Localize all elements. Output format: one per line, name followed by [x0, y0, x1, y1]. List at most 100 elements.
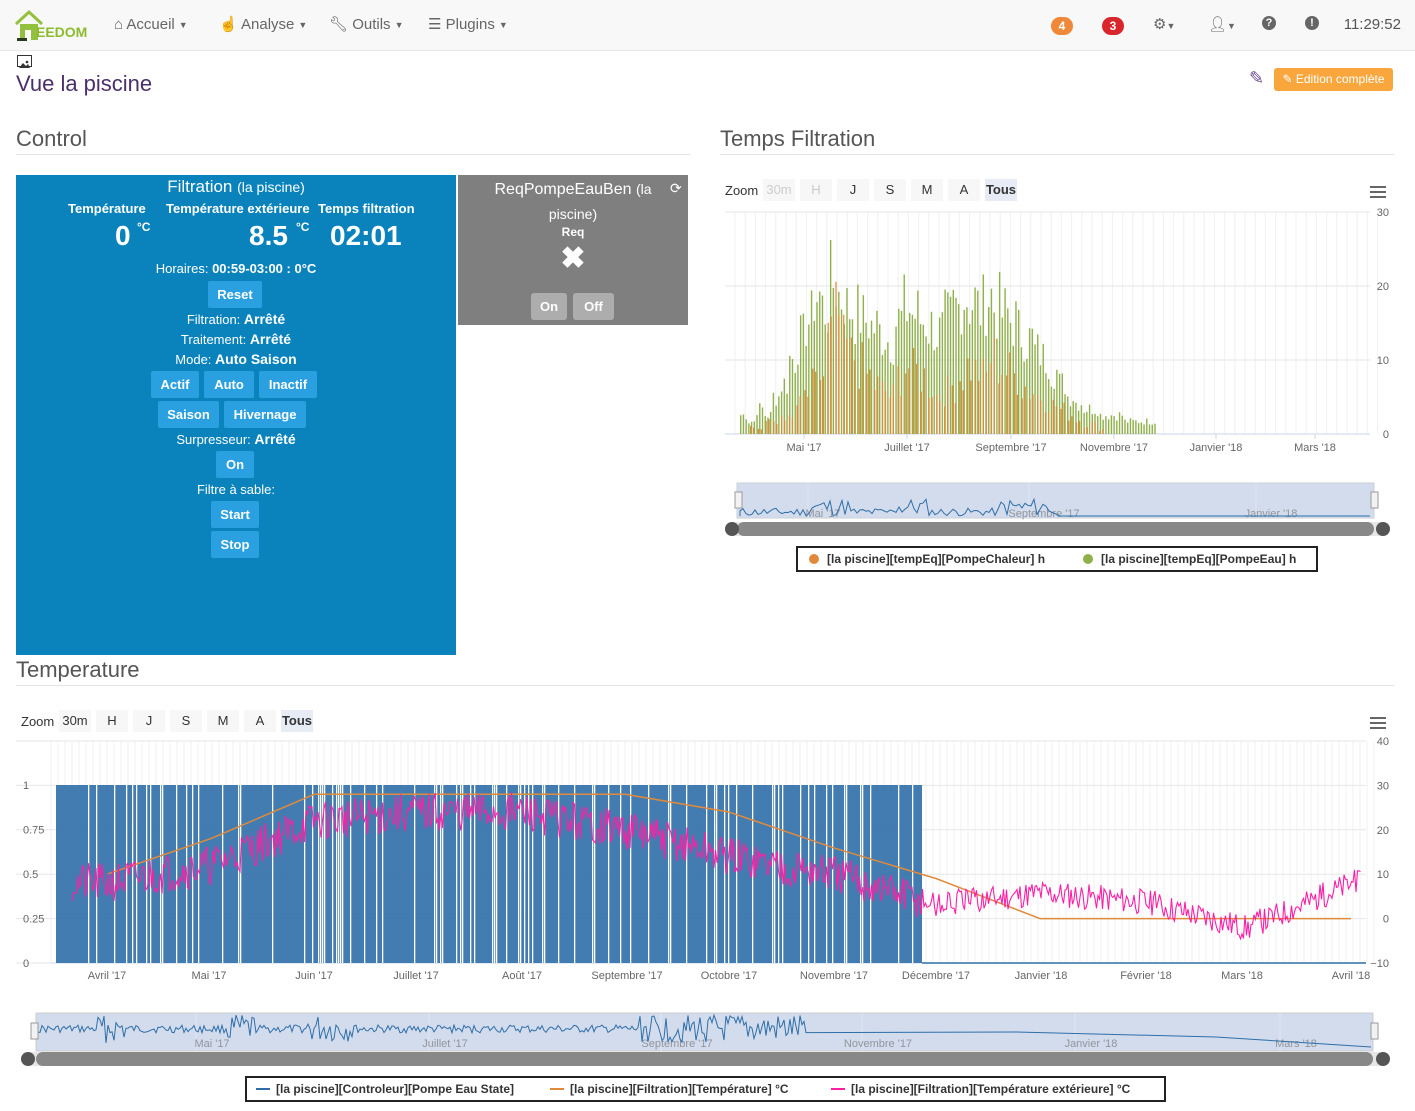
info-icon[interactable]: !	[1305, 16, 1319, 30]
t-state-gap	[706, 785, 708, 963]
tf-bar-pompechaleur	[884, 390, 887, 434]
t-state-gap	[862, 785, 864, 963]
t-menu-icon[interactable]	[1370, 717, 1386, 729]
tf-menu-icon[interactable]	[1370, 186, 1386, 198]
menu-accueil-label: Accueil	[126, 16, 175, 33]
t-x-tick-label: Août '17	[502, 970, 542, 982]
surpresseur-status-line: Surpresseur: Arrêté	[16, 431, 456, 447]
help-icon[interactable]: ?	[1262, 16, 1276, 30]
filtration-widget: Filtration (la piscine) Température Temp…	[16, 175, 456, 655]
t-zoom-tous[interactable]: Tous	[281, 710, 313, 732]
control-title: Control	[16, 126, 87, 151]
hivernage-button[interactable]: Hivernage	[224, 401, 306, 428]
tf-bar-pompeeau	[1080, 405, 1083, 434]
tf-bar-pompeeau	[868, 338, 870, 434]
t-zoom-s[interactable]: S	[170, 710, 202, 732]
req-widget-name[interactable]: ReqPompeEauBen	[495, 181, 632, 198]
tf-bar-pompeeau	[862, 295, 865, 434]
t-zoom-30m[interactable]: 30m	[59, 710, 91, 732]
tf-zoom-a[interactable]: A	[948, 179, 980, 201]
filtre-start-button[interactable]: Start	[211, 501, 259, 528]
menu-analyse[interactable]: ☝ Analyse ▼	[219, 0, 307, 50]
tf-zoom-30m[interactable]: 30m	[763, 179, 795, 201]
t-state-gap	[832, 785, 834, 963]
t-nav-label: Mars '18	[1275, 1038, 1317, 1050]
tf-zoom-tous[interactable]: Tous	[985, 179, 1017, 201]
temperature-chart: −10 0 10 20 30 40 0 0.25 0.5 0.75 1 Avril '17 Mai '1…	[16, 736, 1390, 1066]
t-zoom-a[interactable]: A	[244, 710, 276, 732]
t-x-tick-label: Novembre '17	[800, 970, 868, 982]
tf-bar-pompechaleur	[1001, 374, 1003, 434]
mode-status-line: Mode: Auto Saison	[16, 351, 456, 367]
tf-bar-pompeeau	[849, 319, 851, 434]
t-state-gap	[520, 785, 522, 963]
t-state-gap	[518, 785, 520, 963]
surpresseur-on-button[interactable]: On	[216, 451, 254, 478]
tf-x-tick-label: Novembre '17	[1080, 442, 1148, 454]
tf-zoom-s[interactable]: S	[874, 179, 906, 201]
tf-bar-pompechaleur	[784, 420, 786, 434]
tf-bar-pompechaleur	[1047, 411, 1050, 434]
tf-bar-pompechaleur	[804, 390, 806, 434]
tf-bar-pompechaleur	[812, 368, 814, 434]
tf-legend-item-pompeeau[interactable]: [la piscine][tempEq][PompeEau] h	[1101, 548, 1296, 570]
tf-legend-item-pompechaleur[interactable]: [la piscine][tempEq][PompeChaleur] h	[827, 548, 1045, 570]
edit-full-button[interactable]: ✎ Edition complète	[1274, 68, 1393, 91]
tf-bar-pompeeau	[832, 287, 835, 434]
tf-bar-pompechaleur	[931, 396, 933, 434]
t-zoom-m[interactable]: M	[207, 710, 239, 732]
image-icon	[17, 55, 32, 68]
menu-outils[interactable]: 🔧︎ Outils ▼	[329, 0, 403, 50]
tf-zoom-j[interactable]: J	[837, 179, 869, 201]
tf-bar-pompechaleur	[853, 360, 856, 434]
tf-bar-pompechaleur	[799, 396, 801, 434]
mode-inactif-button[interactable]: Inactif	[259, 371, 317, 398]
edit-pencil-icon: ✎	[1282, 72, 1293, 86]
req-off-button[interactable]: Off	[573, 293, 614, 320]
menu-accueil[interactable]: ⌂ Accueil ▼	[114, 0, 188, 50]
widget-name[interactable]: Filtration	[167, 177, 232, 196]
tf-bar-pompechaleur	[1068, 420, 1070, 434]
tf-bar-pompeeau	[1143, 424, 1145, 434]
refresh-icon[interactable]: ⟳	[670, 180, 682, 197]
t-legend-item-temp[interactable]: [la piscine][Filtration][Température] °C	[570, 1078, 789, 1100]
tf-bar-pompechaleur	[1094, 421, 1096, 434]
mode-actif-button[interactable]: Actif	[151, 371, 199, 398]
t-state-gap	[774, 785, 776, 963]
t-state-gap	[496, 785, 498, 963]
jeedom-logo[interactable]: EEDOM	[14, 8, 94, 44]
filtre-stop-button[interactable]: Stop	[211, 531, 259, 558]
tf-bar-pompeeau	[941, 312, 944, 434]
t-state-gap	[716, 785, 718, 963]
reset-button[interactable]: Reset	[208, 281, 262, 308]
t-state-gap	[414, 785, 416, 963]
t-legend-item-ext[interactable]: [la piscine][Filtration][Température ext…	[851, 1078, 1130, 1100]
cogs-icon[interactable]: ⚙▼	[1153, 15, 1175, 33]
t-y-right-tick-label: −10	[1370, 958, 1389, 970]
tf-zoom-m[interactable]: M	[911, 179, 943, 201]
pencil-icon[interactable]: ✎	[1249, 68, 1264, 89]
message-badge[interactable]: 4	[1051, 17, 1073, 35]
t-legend-item-state[interactable]: [la piscine][Controleur][Pompe Eau State…	[276, 1078, 514, 1100]
t-zoom-h[interactable]: H	[96, 710, 128, 732]
traitement-status-label: Traitement:	[180, 332, 247, 347]
surpresseur-value: Arrêté	[254, 431, 296, 447]
saison-button[interactable]: Saison	[158, 401, 219, 428]
tf-bar-pompeeau	[1107, 419, 1110, 434]
tf-bar-pompeeau	[813, 320, 815, 434]
tf-bar-pompechaleur	[843, 314, 845, 434]
req-on-button[interactable]: On	[531, 293, 567, 320]
temperature-title: Temperature	[16, 657, 140, 682]
tf-zoom-h[interactable]: H	[800, 179, 832, 201]
req-widget-header: ReqPompeEauBen (la piscine)	[478, 177, 668, 227]
brand-text: EEDOM	[36, 24, 88, 40]
caret-down-icon: ▼	[178, 20, 188, 31]
user-icon[interactable]: 👤︎▼	[1208, 15, 1236, 33]
mode-auto-button[interactable]: Auto	[204, 371, 254, 398]
t-zoom-j[interactable]: J	[133, 710, 165, 732]
tf-bar-pompechaleur	[846, 338, 848, 434]
menu-plugins[interactable]: ☰ Plugins ▼	[428, 0, 508, 50]
tf-bar-pompeeau	[816, 302, 818, 434]
alert-badge[interactable]: 3	[1102, 17, 1124, 35]
tf-bar-pompeeau	[1118, 412, 1121, 434]
